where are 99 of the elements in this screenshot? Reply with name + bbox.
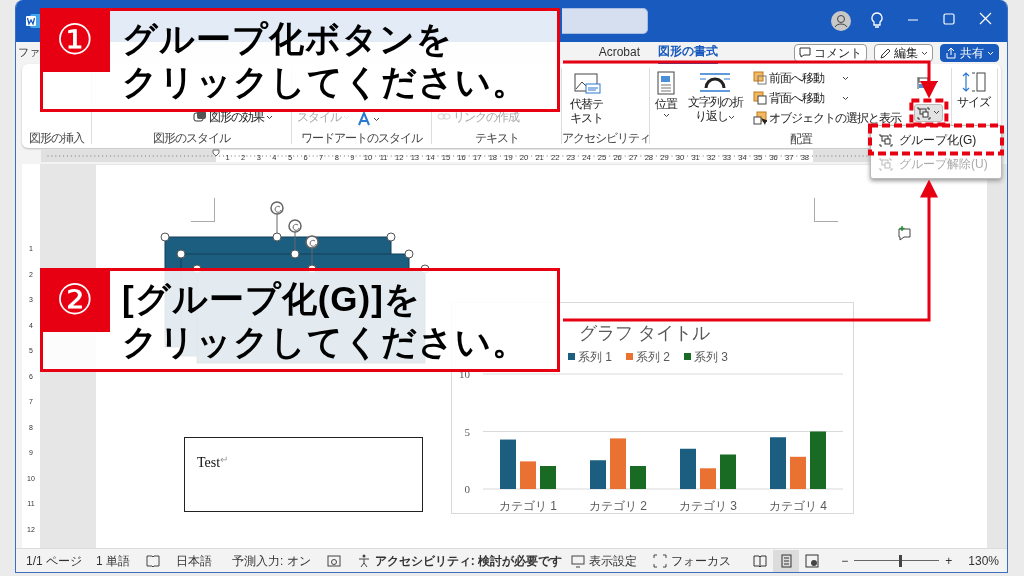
display-settings-icon[interactable] <box>571 553 586 568</box>
focus-icon[interactable] <box>653 553 668 568</box>
send-backward-button[interactable]: 背面へ移動 <box>751 88 904 108</box>
book-icon[interactable] <box>146 553 161 568</box>
caret-icon <box>842 95 850 101</box>
zoom-level: 130% <box>968 552 999 570</box>
legend-label: 系列 1 <box>578 350 612 364</box>
axis-label: 0 <box>464 483 470 495</box>
bar <box>810 431 826 489</box>
step-number: ② <box>40 268 110 332</box>
zoom-in-button[interactable]: + <box>945 551 953 570</box>
page-position-icon <box>655 71 677 95</box>
bar <box>610 438 626 489</box>
bar <box>630 466 646 489</box>
macro-icon[interactable] <box>326 553 341 568</box>
legend-label: 系列 3 <box>694 350 728 364</box>
bring-forward-button[interactable]: 前面へ移動 <box>751 68 904 88</box>
edit-button[interactable]: 編集 <box>874 44 933 62</box>
bar <box>770 437 786 489</box>
accessibility-icon[interactable] <box>356 553 371 568</box>
caret-icon <box>373 116 380 122</box>
bar <box>540 466 556 489</box>
caret-icon <box>728 114 736 120</box>
caret-icon <box>842 75 850 81</box>
text-fill-button[interactable] <box>355 111 382 127</box>
search-field[interactable] <box>562 8 648 34</box>
group-icon <box>879 132 893 147</box>
bar <box>590 460 606 489</box>
margin-mark <box>814 198 838 222</box>
category-label: カテゴリ 2 <box>589 499 647 513</box>
status-text[interactable]: フォーカス <box>671 551 732 570</box>
lightbulb-icon[interactable] <box>870 11 884 31</box>
size-icon <box>960 71 987 93</box>
category-label: カテゴリ 1 <box>499 499 557 513</box>
selection-pane-icon <box>753 111 768 125</box>
caret-icon <box>266 114 273 120</box>
text-fill-icon <box>357 112 371 126</box>
share-icon <box>945 47 957 59</box>
align-icon <box>916 75 931 90</box>
status-text[interactable]: 予測入力: オン <box>232 551 311 570</box>
account-icon[interactable] <box>831 11 851 31</box>
caret-icon <box>343 114 350 120</box>
bar <box>700 468 716 489</box>
group-label: 配置 <box>789 132 812 146</box>
pencil-icon <box>879 47 891 59</box>
callout-tooltip-text: グループ化ボタンを クリックしてください。 <box>122 18 528 103</box>
status-text[interactable]: 日本語 <box>176 551 213 570</box>
bar <box>680 448 696 489</box>
new-comment-icon[interactable] <box>897 226 913 242</box>
position-button[interactable]: 位置 <box>653 68 679 128</box>
bar <box>720 454 736 489</box>
axis-label: 5 <box>464 425 470 438</box>
menu-item[interactable]: グループ化(G) <box>873 127 999 152</box>
group-label: テキスト <box>474 131 519 145</box>
group-label: 図形のスタイル <box>153 131 230 145</box>
wrap-text-button[interactable]: 文字列の折り返し <box>682 68 749 128</box>
comment-button[interactable]: コメント <box>794 44 867 62</box>
bar <box>790 456 806 489</box>
status-text[interactable]: 表示設定 <box>589 551 638 570</box>
zoom-out-button[interactable]: − <box>841 551 849 570</box>
chart-title: グラフ タイトル <box>579 323 711 343</box>
group-icon <box>917 105 932 120</box>
ribbon-tab[interactable]: ファ <box>18 43 39 63</box>
caret-icon <box>921 50 928 56</box>
comment-icon <box>799 47 811 59</box>
status-text[interactable]: 1/1 ページ <box>26 551 82 570</box>
step-number: ① <box>40 8 110 72</box>
caret-icon <box>987 50 994 56</box>
status-text[interactable]: アクセシビリティ: 検討が必要です <box>374 551 563 570</box>
size-button[interactable]: サイズ <box>955 68 992 127</box>
legend-label: 系列 2 <box>636 350 670 364</box>
web-view-icon <box>805 553 820 568</box>
category-label: カテゴリ 4 <box>769 499 827 513</box>
group-label: 図形の挿入 <box>29 131 84 145</box>
margin-mark <box>191 198 215 222</box>
status-text[interactable]: 1 単語 <box>96 551 131 570</box>
text-box-text: Test <box>197 454 221 472</box>
bar <box>520 461 536 489</box>
caret-icon <box>662 113 670 119</box>
bring-forward-icon <box>753 71 768 85</box>
callout-tooltip-text: [グループ化(G)]を クリックしてください。 <box>122 278 528 363</box>
read-view-icon <box>753 553 768 568</box>
share-button[interactable]: 共有 <box>940 44 999 62</box>
send-backward-icon <box>753 91 768 105</box>
paragraph-mark: ↵ <box>220 453 229 465</box>
ribbon-tab[interactable]: Acrobat <box>598 43 640 63</box>
group-label: ワードアートのスタイル <box>301 131 422 145</box>
category-label: カテゴリ 3 <box>679 499 737 513</box>
text-wrap-icon <box>698 71 733 93</box>
zoom-slider-thumb[interactable] <box>899 554 903 567</box>
bar <box>500 439 516 489</box>
group-button[interactable] <box>914 103 944 122</box>
group-label: アクセシビリティ <box>562 131 650 145</box>
print-view-icon <box>779 553 794 568</box>
ungroup-icon <box>879 156 893 171</box>
caret-icon <box>933 110 941 115</box>
alt-text-button[interactable]: 代替テキスト <box>565 68 609 127</box>
picture-icon <box>572 71 601 95</box>
selection-pane-button[interactable]: オブジェクトの選択と表示 <box>751 108 904 128</box>
